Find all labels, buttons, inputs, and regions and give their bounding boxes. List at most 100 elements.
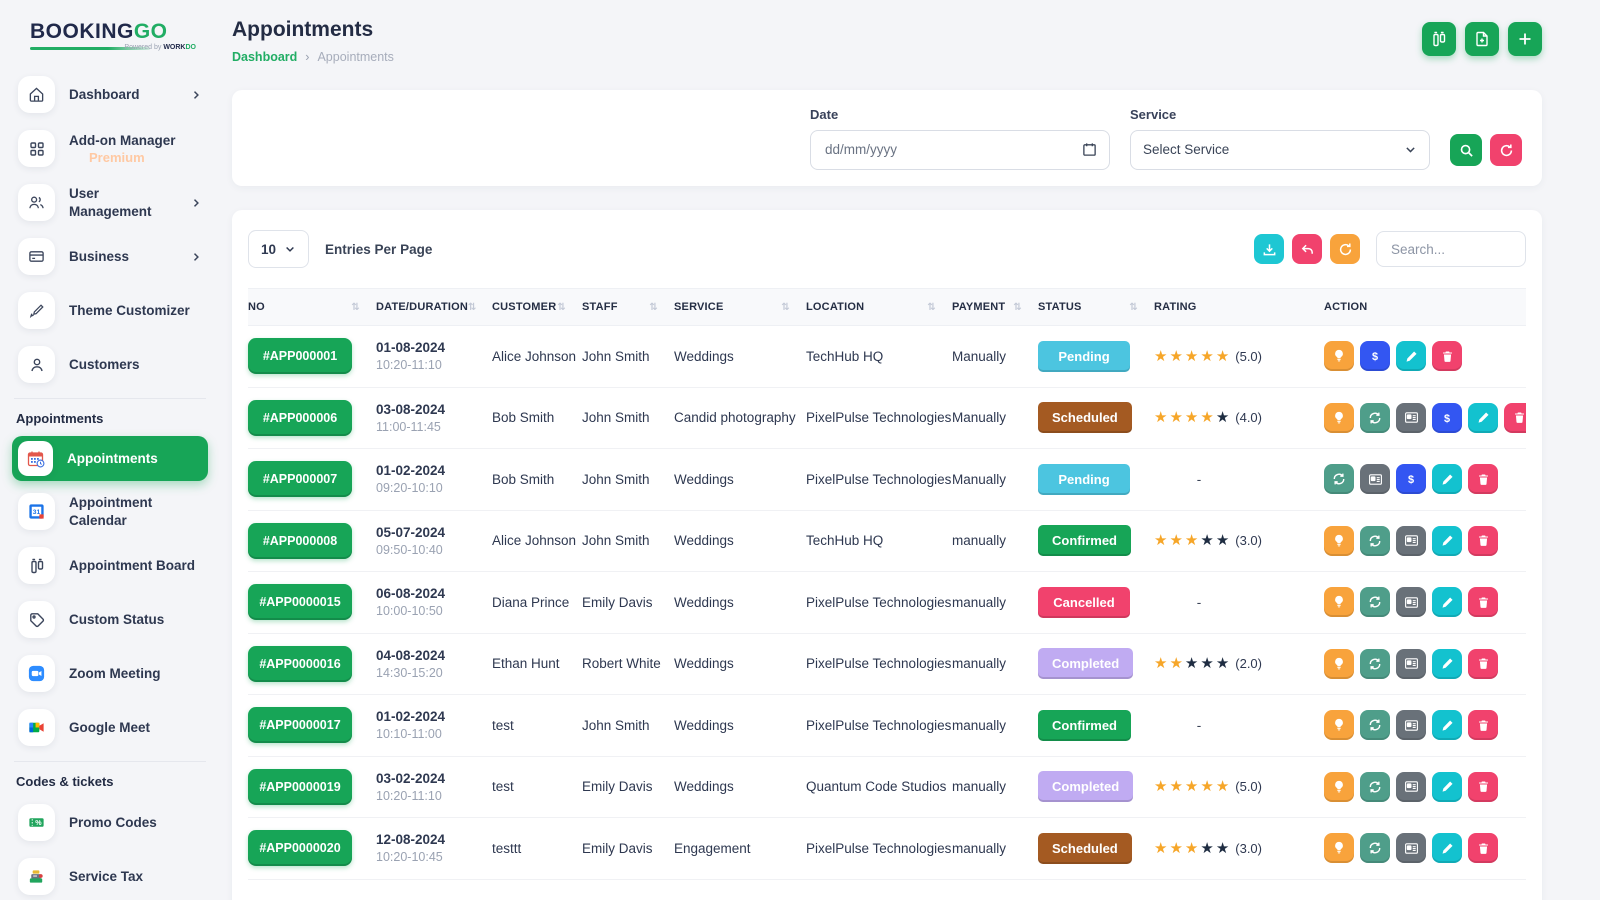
reminder-bulb-button[interactable] <box>1324 833 1354 863</box>
sidebar-item-theme-customizer[interactable]: Theme Customizer <box>12 287 208 334</box>
sidebar-item-appointment-board[interactable]: Appointment Board <box>12 542 208 589</box>
reminder-bulb-button[interactable] <box>1324 649 1354 679</box>
column-header-no[interactable]: NO⇅ <box>248 301 376 313</box>
payment-button[interactable]: $ <box>1396 464 1426 494</box>
details-card-button[interactable] <box>1396 526 1426 556</box>
details-card-button[interactable] <box>1396 649 1426 679</box>
edit-button[interactable] <box>1432 587 1462 617</box>
appointment-no-badge[interactable]: #APP0000017 <box>248 707 352 743</box>
appointment-no-badge[interactable]: #APP000006 <box>248 400 352 436</box>
refresh-button[interactable] <box>1330 234 1360 264</box>
delete-button[interactable] <box>1432 341 1462 371</box>
calendar-icon[interactable] <box>1082 142 1097 157</box>
sidebar-item-google-meet[interactable]: Google Meet <box>12 704 208 751</box>
filter-search-button[interactable] <box>1450 134 1482 166</box>
entries-per-page-select[interactable]: 10 <box>248 230 309 268</box>
change-status-button[interactable] <box>1360 649 1390 679</box>
sidebar-item-customers[interactable]: Customers <box>12 341 208 388</box>
sidebar-item-user-management[interactable]: User Management <box>12 179 208 226</box>
appointment-no-badge[interactable]: #APP000007 <box>248 461 352 497</box>
change-status-button[interactable] <box>1360 710 1390 740</box>
appointment-board-button[interactable] <box>1422 22 1456 56</box>
sidebar-item-appointment-calendar[interactable]: 31 Appointment Calendar <box>12 488 208 535</box>
reminder-bulb-button[interactable] <box>1324 526 1354 556</box>
filter-reset-button[interactable] <box>1490 134 1522 166</box>
appointment-no-badge[interactable]: #APP0000020 <box>248 830 352 866</box>
change-status-button[interactable] <box>1360 833 1390 863</box>
delete-button[interactable] <box>1468 464 1498 494</box>
sidebar-item-zoom-meeting[interactable]: Zoom Meeting <box>12 650 208 697</box>
column-header-service[interactable]: SERVICE⇅ <box>674 301 806 313</box>
column-header-customer[interactable]: CUSTOMER⇅ <box>492 301 582 313</box>
change-status-button[interactable] <box>1324 464 1354 494</box>
sort-icon[interactable]: ⇅ <box>1013 302 1022 313</box>
reminder-bulb-button[interactable] <box>1324 403 1354 433</box>
undo-button[interactable] <box>1292 234 1322 264</box>
edit-button[interactable] <box>1432 710 1462 740</box>
sort-icon[interactable]: ⇅ <box>557 302 566 313</box>
breadcrumb-dashboard-link[interactable]: Dashboard <box>232 50 297 64</box>
table-search-box[interactable] <box>1376 231 1526 267</box>
brand-logo[interactable]: BOOKINGGO Powered by WORKDO <box>0 14 220 61</box>
add-appointment-button[interactable] <box>1508 22 1542 56</box>
reminder-bulb-button[interactable] <box>1324 341 1354 371</box>
details-card-button[interactable] <box>1396 710 1426 740</box>
sidebar-item-custom-status[interactable]: Custom Status <box>12 596 208 643</box>
column-header-staff[interactable]: STAFF⇅ <box>582 301 674 313</box>
reminder-bulb-button[interactable] <box>1324 710 1354 740</box>
sidebar-item-add-on-manager[interactable]: Add-on ManagerPremium <box>12 125 208 172</box>
table-search-input[interactable] <box>1389 241 1513 258</box>
delete-button[interactable] <box>1468 833 1498 863</box>
column-header-payment[interactable]: PAYMENT⇅ <box>952 301 1038 313</box>
details-card-button[interactable] <box>1360 464 1390 494</box>
payment-button[interactable]: $ <box>1360 341 1390 371</box>
reminder-bulb-button[interactable] <box>1324 587 1354 617</box>
delete-button[interactable] <box>1468 710 1498 740</box>
change-status-button[interactable] <box>1360 526 1390 556</box>
sidebar-item-appointments[interactable]: Appointments <box>12 436 208 481</box>
column-header-status[interactable]: STATUS⇅ <box>1038 301 1154 313</box>
sidebar-item-service-tax[interactable]: Service Tax <box>12 853 208 900</box>
change-status-button[interactable] <box>1360 403 1390 433</box>
sidebar-item-dashboard[interactable]: Dashboard <box>12 71 208 118</box>
delete-button[interactable] <box>1468 772 1498 802</box>
edit-button[interactable] <box>1432 649 1462 679</box>
sort-icon[interactable]: ⇅ <box>781 302 790 313</box>
appointment-no-badge[interactable]: #APP0000015 <box>248 584 352 620</box>
appointment-no-badge[interactable]: #APP000001 <box>248 338 352 374</box>
details-card-button[interactable] <box>1396 772 1426 802</box>
delete-button[interactable] <box>1468 526 1498 556</box>
column-header-date-duration[interactable]: DATE/DURATION⇅ <box>376 301 492 313</box>
appointment-no-badge[interactable]: #APP0000019 <box>248 769 352 805</box>
date-filter-control[interactable] <box>810 130 1110 170</box>
edit-button[interactable] <box>1432 464 1462 494</box>
details-card-button[interactable] <box>1396 403 1426 433</box>
sort-icon[interactable]: ⇅ <box>468 302 477 313</box>
reminder-bulb-button[interactable] <box>1324 772 1354 802</box>
download-button[interactable] <box>1254 234 1284 264</box>
sort-icon[interactable]: ⇅ <box>351 302 360 313</box>
edit-button[interactable] <box>1432 526 1462 556</box>
delete-button[interactable] <box>1468 587 1498 617</box>
appointment-no-badge[interactable]: #APP0000016 <box>248 646 352 682</box>
appointment-no-badge[interactable]: #APP000008 <box>248 523 352 559</box>
date-input[interactable] <box>823 141 1082 158</box>
sort-icon[interactable]: ⇅ <box>649 302 658 313</box>
edit-button[interactable] <box>1432 772 1462 802</box>
column-header-location[interactable]: LOCATION⇅ <box>806 301 952 313</box>
details-card-button[interactable] <box>1396 587 1426 617</box>
sidebar-item-business[interactable]: Business <box>12 233 208 280</box>
export-file-button[interactable] <box>1465 22 1499 56</box>
sort-icon[interactable]: ⇅ <box>1129 302 1138 313</box>
sort-icon[interactable]: ⇅ <box>927 302 936 313</box>
delete-button[interactable] <box>1504 403 1526 433</box>
change-status-button[interactable] <box>1360 772 1390 802</box>
sidebar-item-promo-codes[interactable]: % Promo Codes <box>12 799 208 846</box>
change-status-button[interactable] <box>1360 587 1390 617</box>
edit-button[interactable] <box>1396 341 1426 371</box>
payment-button[interactable]: $ <box>1432 403 1462 433</box>
details-card-button[interactable] <box>1396 833 1426 863</box>
delete-button[interactable] <box>1468 649 1498 679</box>
service-select[interactable]: Select Service <box>1130 130 1430 170</box>
edit-button[interactable] <box>1432 833 1462 863</box>
